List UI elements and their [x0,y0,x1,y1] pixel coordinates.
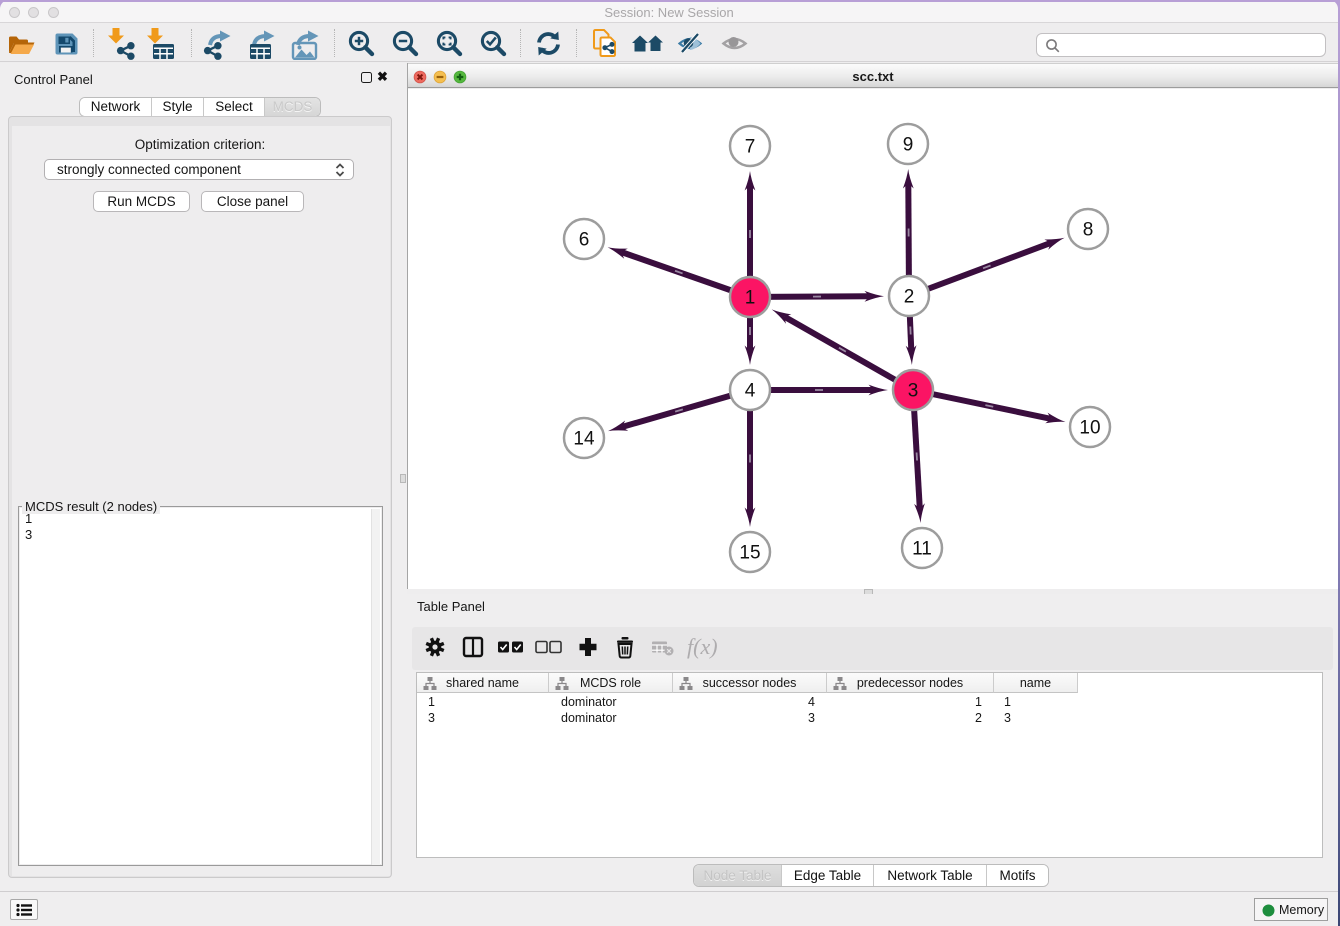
svg-text:15: 15 [739,543,760,564]
svg-text:7: 7 [745,137,756,158]
svg-text:14: 14 [573,429,595,450]
svg-text:11: 11 [912,539,932,560]
svg-text:9: 9 [903,135,914,156]
svg-text:8: 8 [1083,220,1094,241]
svg-text:2: 2 [904,287,915,308]
svg-text:10: 10 [1079,418,1100,439]
svg-text:3: 3 [908,381,919,402]
svg-text:1: 1 [745,288,756,309]
svg-text:4: 4 [745,381,756,402]
svg-text:6: 6 [579,230,590,251]
